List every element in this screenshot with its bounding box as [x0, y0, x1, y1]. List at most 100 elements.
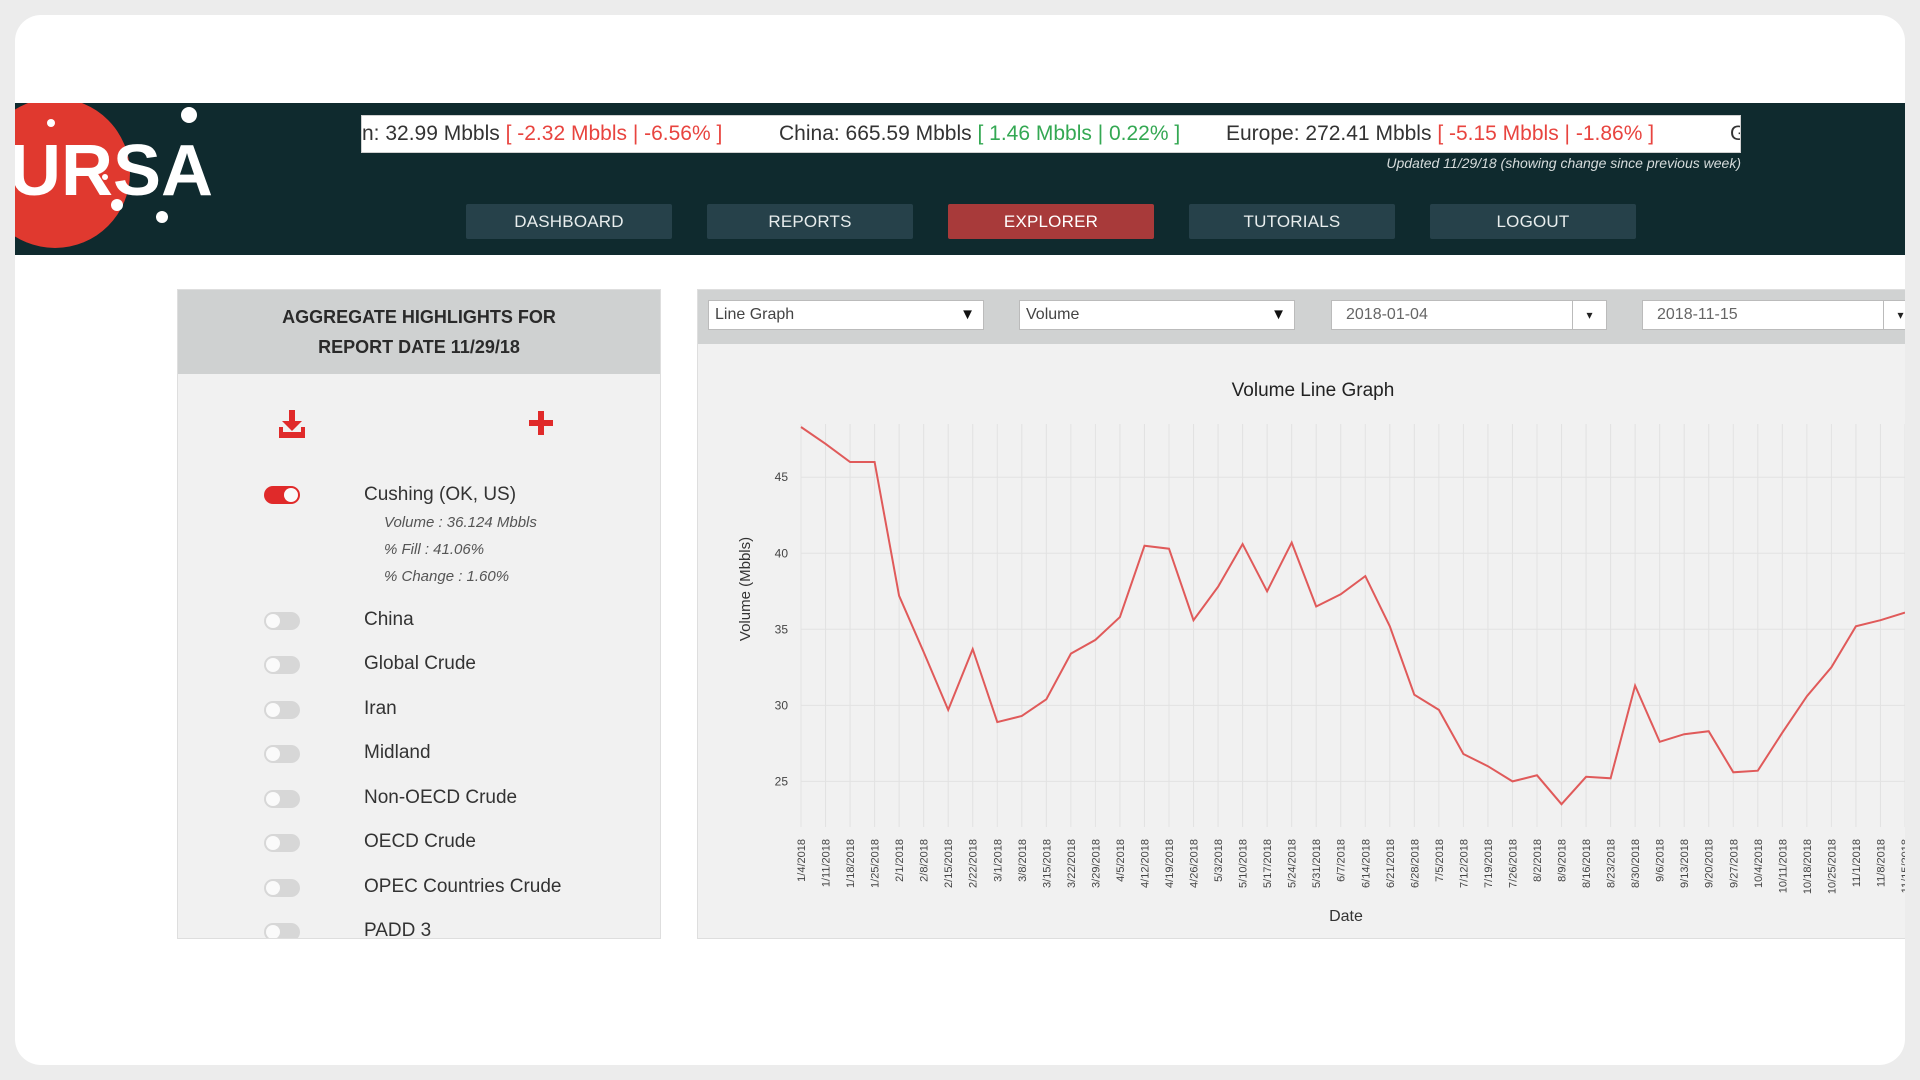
region-label: China: [364, 609, 414, 630]
metric-value: Volume: [1026, 306, 1080, 323]
y-tick-labels: 25 30 35 40 45: [775, 470, 789, 788]
region-fill: % Fill : 41.06%: [384, 541, 485, 558]
x-tick-label: 1/25/2018: [870, 839, 882, 888]
y-axis-label: Volume (Mbbls): [737, 537, 754, 641]
volume-line-chart: Volume Line Graph 25 30 35 40 45 1/4/2018 1/1…: [737, 380, 1905, 925]
x-tick-label: 3/22/2018: [1066, 839, 1078, 888]
x-tick-label: 7/12/2018: [1458, 839, 1470, 888]
ticker-updated-note: Updated 11/29/18 (showing change since p…: [1386, 155, 1741, 171]
logo-text: URSA: [15, 131, 213, 211]
app-window: URSA n: 32.99 Mbbls [ -2.32 Mbbls | -6.5…: [15, 15, 1905, 1065]
download-icon[interactable]: [276, 408, 308, 440]
chart-type-value: Line Graph: [715, 306, 795, 323]
region-label: OPEC Countries Crude: [364, 876, 562, 897]
toggle-china[interactable]: [264, 612, 300, 630]
toggle-non-oecd-crude[interactable]: [264, 790, 300, 808]
x-tick-label: 6/21/2018: [1385, 839, 1397, 888]
metric-select[interactable]: Volume ▼: [1019, 300, 1295, 330]
x-axis-label: Date: [1329, 908, 1363, 925]
panel-header: AGGREGATE HIGHLIGHTS FOR REPORT DATE 11/…: [178, 290, 660, 374]
y-tick-label: 25: [775, 774, 789, 788]
x-tick-label: 6/14/2018: [1360, 839, 1372, 888]
nav-reports-button[interactable]: REPORTS: [707, 204, 913, 239]
x-tick-label: 6/7/2018: [1336, 839, 1348, 882]
x-tick-label: 11/15/2018: [1900, 839, 1905, 893]
x-tick-label: 10/11/2018: [1777, 839, 1789, 893]
x-tick-label: 8/2/2018: [1532, 839, 1544, 882]
x-tick-label: 5/10/2018: [1238, 839, 1250, 888]
chart-type-select[interactable]: Line Graph ▼: [708, 300, 984, 330]
toggle-cushing[interactable]: [264, 486, 300, 504]
y-tick-label: 40: [775, 546, 789, 560]
x-tick-label: 4/12/2018: [1139, 839, 1151, 888]
toggle-global-crude[interactable]: [264, 656, 300, 674]
panel-title-line1: AGGREGATE HIGHLIGHTS FOR: [282, 307, 556, 327]
caret-down-icon[interactable]: ▾: [1572, 301, 1606, 329]
ticker-item: G: [1730, 116, 1740, 152]
x-tick-label: 7/26/2018: [1507, 839, 1519, 888]
nav-tutorials-button[interactable]: TUTORIALS: [1189, 204, 1395, 239]
dropdown-arrow-icon: ▼: [1271, 306, 1286, 323]
x-tick-label: 1/11/2018: [821, 839, 833, 887]
highlights-panel: AGGREGATE HIGHLIGHTS FOR REPORT DATE 11/…: [177, 289, 661, 939]
toggle-iran[interactable]: [264, 701, 300, 719]
region-label: Non-OECD Crude: [364, 787, 518, 808]
y-tick-label: 45: [775, 470, 789, 484]
x-tick-label: 8/16/2018: [1581, 839, 1593, 888]
x-tick-label: 3/8/2018: [1017, 839, 1029, 882]
x-tick-label: 8/9/2018: [1557, 839, 1569, 882]
x-tick-labels: 1/4/2018 1/11/2018 1/18/2018 1/25/2018 2/1/2…: [796, 839, 1905, 894]
x-tick-label: 9/20/2018: [1704, 839, 1716, 888]
end-date-picker[interactable]: 2018-11-15 ▾: [1642, 300, 1905, 330]
start-date-value: 2018-01-04: [1346, 306, 1428, 323]
x-tick-label: 11/1/2018: [1851, 839, 1863, 887]
toggle-oecd-crude[interactable]: [264, 834, 300, 852]
panel-title-line2: REPORT DATE 11/29/18: [318, 337, 520, 357]
start-date-picker[interactable]: 2018-01-04 ▾: [1331, 300, 1607, 330]
x-tick-label: 5/17/2018: [1262, 839, 1274, 888]
x-tick-label: 2/1/2018: [894, 839, 906, 882]
nav-logout-button[interactable]: LOGOUT: [1430, 204, 1636, 239]
ticker-item: China: 665.59 Mbbls [ 1.46 Mbbls | 0.22%…: [779, 122, 1181, 145]
x-tick-label: 5/31/2018: [1311, 839, 1323, 888]
x-tick-label: 2/22/2018: [968, 839, 980, 888]
x-tick-label: 5/3/2018: [1213, 839, 1225, 882]
x-tick-label: 9/6/2018: [1655, 839, 1667, 882]
x-tick-label: 7/19/2018: [1483, 839, 1495, 888]
x-tick-label: 10/18/2018: [1802, 839, 1814, 894]
ticker-item: n: 32.99 Mbbls [ -2.32 Mbbls | -6.56% ]: [362, 122, 723, 145]
x-tick-label: 3/1/2018: [992, 839, 1004, 882]
toggle-midland[interactable]: [264, 745, 300, 763]
dropdown-arrow-icon: ▼: [960, 306, 975, 323]
plus-icon[interactable]: [526, 408, 556, 438]
x-tick-label: 4/26/2018: [1189, 839, 1201, 888]
x-tick-label: 9/13/2018: [1679, 839, 1691, 888]
y-tick-label: 35: [775, 622, 789, 636]
x-tick-label: 8/30/2018: [1630, 839, 1642, 888]
x-tick-label: 10/4/2018: [1753, 839, 1765, 888]
region-change: % Change : 1.60%: [384, 568, 510, 585]
toggle-padd-3[interactable]: [264, 923, 300, 938]
top-header: URSA n: 32.99 Mbbls [ -2.32 Mbbls | -6.5…: [15, 103, 1905, 255]
x-tick-label: 6/28/2018: [1409, 839, 1421, 888]
x-tick-label: 8/23/2018: [1606, 839, 1618, 888]
region-label: PADD 3: [364, 920, 432, 939]
x-tick-label: 9/27/2018: [1728, 839, 1740, 888]
explorer-chart-panel: Line Graph ▼ Volume ▼ 2018-01-04 ▾ 2018-…: [697, 289, 1905, 939]
region-label: Midland: [364, 742, 431, 763]
volume-series-line: [800, 426, 1905, 806]
region-label: Cushing (OK, US): [364, 484, 517, 505]
ursa-logo: URSA: [15, 103, 213, 248]
nav-explorer-button[interactable]: EXPLORER: [948, 204, 1154, 239]
x-tick-label: 3/15/2018: [1041, 839, 1053, 888]
end-date-value: 2018-11-15: [1657, 306, 1738, 323]
nav-dashboard-button[interactable]: DASHBOARD: [466, 204, 672, 239]
toggle-opec-crude[interactable]: [264, 879, 300, 897]
market-ticker: n: 32.99 Mbbls [ -2.32 Mbbls | -6.56% ] …: [361, 115, 1741, 153]
caret-down-icon[interactable]: ▾: [1883, 301, 1905, 329]
x-tick-label: 7/5/2018: [1434, 839, 1446, 882]
x-tick-label: 1/4/2018: [796, 839, 808, 882]
x-tick-label: 5/24/2018: [1287, 839, 1299, 888]
ticker-item: Europe: 272.41 Mbbls [ -5.15 Mbbls | -1.…: [1226, 122, 1655, 145]
x-tick-label: 10/25/2018: [1826, 839, 1838, 894]
